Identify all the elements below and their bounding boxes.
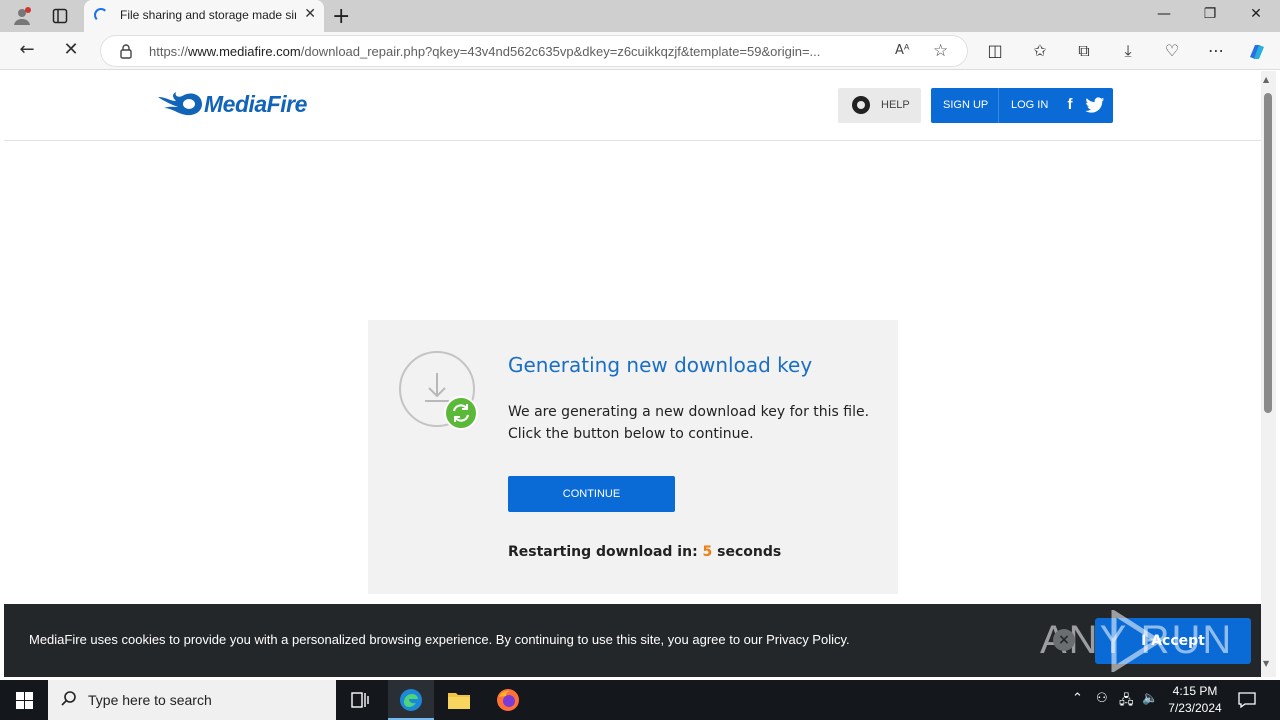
favorites-icon[interactable]: ✩ [1029, 41, 1051, 60]
card-title: Generating new download key [508, 353, 813, 377]
search-icon [61, 691, 76, 706]
help-label: HELP [881, 99, 910, 111]
stop-loading-icon[interactable]: ✕ [60, 39, 82, 60]
countdown-number: 5 [702, 544, 713, 560]
clock-date: 7/23/2024 [1168, 701, 1222, 715]
download-refresh-icon [399, 351, 478, 430]
volume-icon[interactable]: 🔈 [1142, 691, 1158, 706]
flame-logo-icon [158, 92, 202, 116]
windows-logo-icon [16, 692, 33, 709]
scroll-up-icon[interactable]: ▲ [1263, 75, 1269, 84]
file-explorer-icon[interactable] [436, 680, 482, 720]
browser-essentials-icon[interactable]: ♡ [1161, 41, 1183, 60]
card-description: We are generating a new download key for… [508, 401, 878, 445]
cookie-close-icon[interactable]: × [1053, 629, 1075, 651]
profile-icon[interactable] [12, 6, 32, 26]
system-clock[interactable]: 4:15 PM 7/23/2024 [1160, 683, 1230, 717]
login-button[interactable]: LOG IN [1011, 99, 1048, 111]
scrollbar-thumb[interactable] [1264, 93, 1272, 413]
task-view-icon[interactable] [337, 680, 383, 720]
tab-close-icon[interactable]: ✕ [304, 6, 316, 22]
clock-time: 4:15 PM [1172, 684, 1218, 698]
url-text: https://www.mediafire.com/download_repai… [149, 44, 821, 59]
notifications-icon[interactable] [1238, 691, 1256, 713]
auth-divider [998, 88, 999, 123]
taskbar-search-box[interactable]: Type here to search [48, 680, 336, 720]
loading-spinner-icon [94, 8, 108, 22]
read-aloud-icon[interactable]: Aᴬ [895, 43, 910, 58]
browser-tab-active[interactable]: File sharing and storage made simple ✕ [84, 0, 324, 32]
window-close-icon[interactable]: ✕ [1246, 6, 1266, 22]
tab-actions-icon[interactable] [52, 8, 68, 24]
page-scrollbar[interactable]: ▲ ▼ [1261, 71, 1276, 677]
cookie-message: MediaFire uses cookies to provide you wi… [29, 632, 850, 647]
twitter-icon[interactable] [1085, 96, 1105, 115]
lock-icon[interactable] [119, 43, 133, 63]
firefox-icon[interactable] [485, 680, 531, 720]
facebook-icon[interactable]: f [1061, 96, 1079, 115]
back-icon[interactable]: ← [16, 39, 38, 60]
start-button[interactable] [0, 680, 48, 720]
scroll-down-icon[interactable]: ▼ [1263, 659, 1269, 668]
meet-now-icon[interactable]: ⚇ [1096, 691, 1108, 706]
lifebuoy-icon [852, 96, 870, 114]
search-placeholder: Type here to search [88, 692, 212, 708]
tab-title: File sharing and storage made simple [120, 8, 296, 22]
address-bar[interactable]: https://www.mediafire.com/download_repai… [100, 35, 968, 67]
continue-button[interactable]: CONTINUE [508, 476, 675, 512]
site-header: MediaFire HELP SIGN UP LOG IN f [4, 71, 1261, 141]
new-tab-icon[interactable]: + [332, 4, 350, 29]
desc-line-1: We are generating a new download key for… [508, 404, 870, 420]
downloads-icon[interactable]: ⤓ [1117, 41, 1139, 61]
edge-taskbar-icon[interactable] [388, 680, 434, 720]
windows-taskbar: Type here to search ⌃ ⚇ 🖧 🔈 4:15 PM 7/23… [0, 680, 1280, 720]
restart-countdown: Restarting download in: 5 seconds [508, 544, 782, 560]
restore-icon[interactable]: ❐ [1200, 6, 1220, 22]
browser-toolbar: ← ✕ https://www.mediafire.com/download_r… [0, 32, 1280, 70]
download-key-card: Generating new download key We are gener… [368, 320, 898, 594]
browser-tab-strip: File sharing and storage made simple ✕ +… [0, 0, 1280, 32]
network-icon[interactable]: 🖧 [1119, 691, 1134, 713]
show-hidden-icons-icon[interactable]: ⌃ [1072, 691, 1083, 706]
help-button[interactable]: HELP [838, 88, 921, 123]
cookie-banner: MediaFire uses cookies to provide you wi… [4, 604, 1261, 677]
collections-icon[interactable]: ⧉ [1073, 41, 1095, 61]
web-page: MediaFire HELP SIGN UP LOG IN f Generati… [4, 71, 1261, 677]
split-screen-icon[interactable]: ◫ [984, 41, 1006, 60]
logo-text: MediaFire [204, 91, 307, 117]
desc-line-2: Click the button below to continue. [508, 426, 754, 442]
copilot-icon[interactable] [1246, 41, 1268, 63]
auth-bar: SIGN UP LOG IN f [931, 88, 1113, 123]
signup-button[interactable]: SIGN UP [943, 99, 988, 111]
minimize-icon[interactable]: — [1154, 6, 1174, 22]
favorite-star-icon[interactable]: ☆ [933, 41, 948, 61]
more-options-icon[interactable]: ⋯ [1205, 41, 1227, 60]
